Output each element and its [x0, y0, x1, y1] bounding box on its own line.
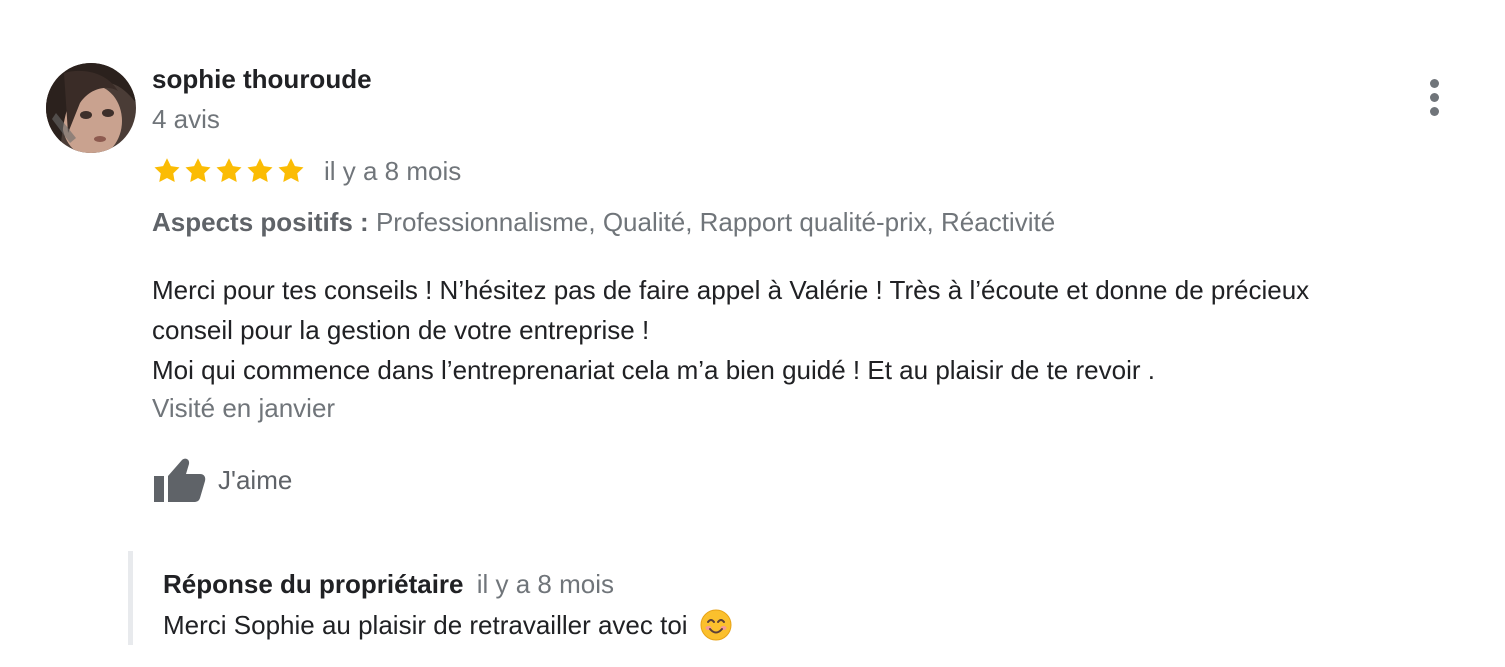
- owner-response-header: Réponse du propriétaire il y a 8 mois: [163, 569, 614, 600]
- thumbs-up-icon: [154, 458, 206, 502]
- aspects-value: Professionnalisme, Qualité, Rapport qual…: [375, 207, 1056, 237]
- author-avatar[interactable]: [46, 63, 136, 153]
- owner-response-body: Merci Sophie au plaisir de retravailler …: [163, 609, 732, 641]
- positive-aspects: Aspects positifs : Professionnalisme, Qu…: [152, 207, 1055, 238]
- star-icon: [216, 158, 242, 183]
- star-icon: [185, 158, 211, 183]
- review-text-line: Merci pour tes conseils ! N’hésitez pas …: [152, 275, 1310, 305]
- visit-date: Visité en janvier: [152, 393, 336, 423]
- like-button[interactable]: J'aime: [152, 455, 292, 505]
- rating-row: il y a 8 mois: [152, 153, 461, 189]
- owner-response-title: Réponse du propriétaire: [163, 569, 464, 599]
- star-icon: [278, 158, 304, 183]
- owner-response: Réponse du propriétaire il y a 8 mois Me…: [128, 551, 1333, 645]
- review-text: Merci pour tes conseils ! N’hésitez pas …: [152, 270, 1472, 390]
- author-review-count[interactable]: 4 avis: [152, 104, 220, 135]
- more-options-button[interactable]: [1418, 76, 1450, 118]
- author-name[interactable]: sophie thouroude: [152, 64, 372, 95]
- review-date: il y a 8 mois: [324, 155, 462, 186]
- smiling-face-icon: [700, 609, 732, 641]
- owner-response-date: il y a 8 mois: [476, 569, 614, 599]
- avatar-photo-icon: [46, 63, 136, 153]
- more-vert-icon-dot: [1429, 92, 1439, 102]
- owner-response-text: Merci Sophie au plaisir de retravailler …: [163, 609, 688, 640]
- star-icon: [247, 158, 273, 183]
- review-card: sophie thouroude 4 avis il y a 8 mois As…: [0, 0, 1505, 667]
- more-vert-icon: [1429, 78, 1439, 88]
- aspects-label: Aspects positifs :: [152, 207, 369, 237]
- like-label: J'aime: [218, 464, 293, 495]
- star-rating: [152, 156, 306, 186]
- review-text-line: Moi qui commence dans l’entreprenariat c…: [152, 355, 1155, 385]
- more-vert-icon-dot: [1429, 106, 1439, 116]
- star-icon: [154, 158, 180, 183]
- review-text-line: conseil pour la gestion de votre entrepr…: [152, 315, 650, 345]
